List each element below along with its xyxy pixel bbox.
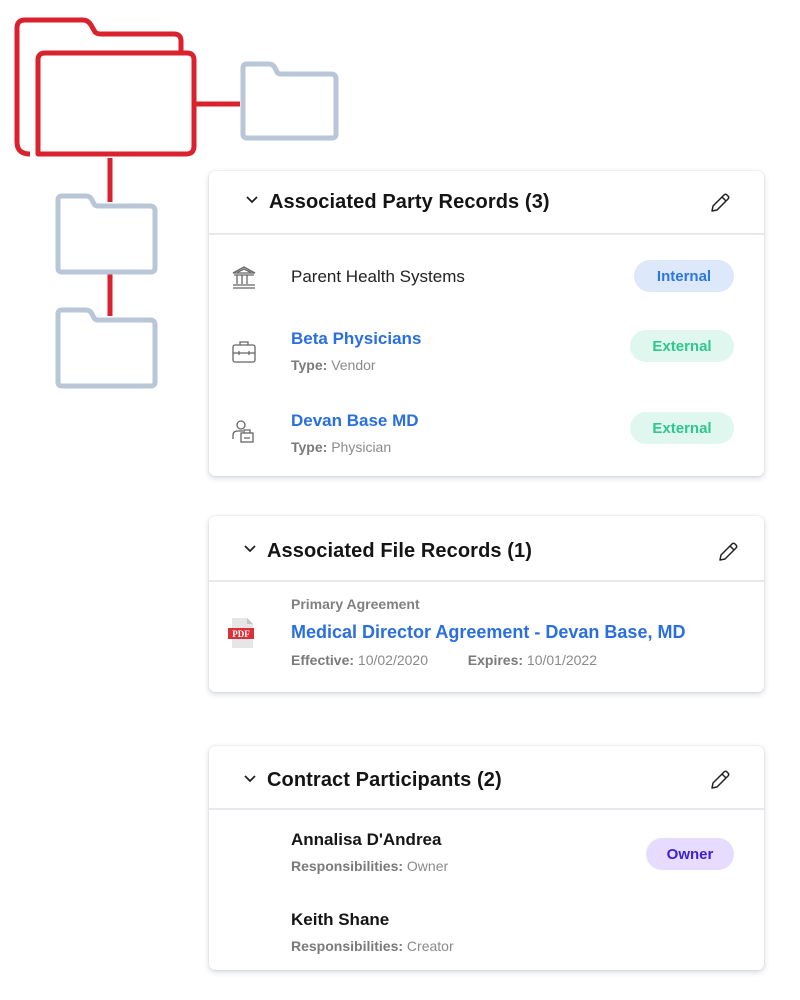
folder-icon (55, 193, 158, 275)
party-name: Parent Health Systems (291, 267, 465, 286)
role-badge: Owner (646, 838, 734, 870)
file-category: Primary Agreement (291, 596, 420, 612)
responsibilities-label: Responsibilities: (291, 858, 404, 874)
pencil-icon[interactable] (716, 540, 740, 564)
participant-responsibilities: Responsibilities: Creator (291, 938, 454, 954)
effective-date: 10/02/2020 (357, 652, 428, 668)
type-label: Type: (291, 439, 328, 455)
participant-row: Annalisa D'Andrea Responsibilities: Owne… (209, 810, 764, 890)
responsibilities-label: Responsibilities: (291, 938, 404, 954)
contract-participants-card: Contract Participants (2) Annalisa D'And… (209, 746, 764, 970)
participant-responsibilities: Responsibilities: Owner (291, 858, 448, 874)
status-badge: External (630, 330, 734, 362)
responsibilities-value: Creator (406, 938, 454, 954)
bank-icon (232, 266, 256, 289)
pdf-label: PDF (232, 629, 250, 639)
party-row: Beta Physicians Type: Vendor External (209, 307, 764, 389)
party-row: Parent Health Systems Internal (209, 235, 764, 307)
card-title: Contract Participants (2) (267, 769, 502, 791)
chevron-down-icon[interactable] (245, 195, 259, 205)
card-header[interactable]: Associated Party Records (3) (209, 171, 764, 235)
pencil-icon[interactable] (708, 191, 732, 215)
participant-name: Annalisa D'Andrea (291, 830, 442, 849)
party-type: Type: Physician (291, 439, 391, 455)
type-label: Type: (291, 357, 328, 373)
participant-row: Keith Shane Responsibilities: Creator (209, 890, 764, 970)
participant-name: Keith Shane (291, 910, 390, 929)
type-value: Physician (331, 439, 392, 455)
card-title: Associated File Records (1) (267, 540, 533, 562)
expires-label: Expires: (467, 652, 524, 668)
party-name-link[interactable]: Beta Physicians (291, 329, 421, 349)
card-header[interactable]: Contract Participants (2) (209, 746, 764, 810)
party-type: Type: Vendor (291, 357, 376, 373)
expires-date: 10/01/2022 (526, 652, 597, 668)
chevron-down-icon[interactable] (243, 774, 257, 784)
person-badge-icon (232, 420, 254, 443)
effective-label: Effective: (291, 652, 355, 668)
file-row: PDF Primary Agreement Medical Director A… (209, 582, 764, 692)
folder-icon (55, 307, 158, 389)
type-value: Vendor (331, 357, 376, 373)
file-name-link[interactable]: Medical Director Agreement - Devan Base,… (291, 622, 685, 643)
status-badge: Internal (634, 260, 734, 292)
associated-party-records-card: Associated Party Records (3) Parent Heal… (209, 171, 764, 476)
file-dates: Effective: 10/02/2020 Expires: 10/01/202… (291, 652, 597, 668)
pdf-file-icon[interactable]: PDF (225, 616, 259, 650)
party-name-link[interactable]: Devan Base MD (291, 411, 419, 431)
party-row: Devan Base MD Type: Physician External (209, 389, 764, 471)
briefcase-icon (232, 341, 256, 363)
folder-icon (240, 61, 339, 141)
card-header[interactable]: Associated File Records (1) (209, 516, 764, 582)
responsibilities-value: Owner (406, 858, 449, 874)
chevron-down-icon[interactable] (243, 544, 257, 554)
associated-file-records-card: Associated File Records (1) PDF Primary … (209, 516, 764, 692)
card-title: Associated Party Records (3) (269, 191, 550, 213)
pencil-icon[interactable] (708, 768, 732, 792)
folder-open-icon (14, 17, 197, 157)
status-badge: External (630, 412, 734, 444)
